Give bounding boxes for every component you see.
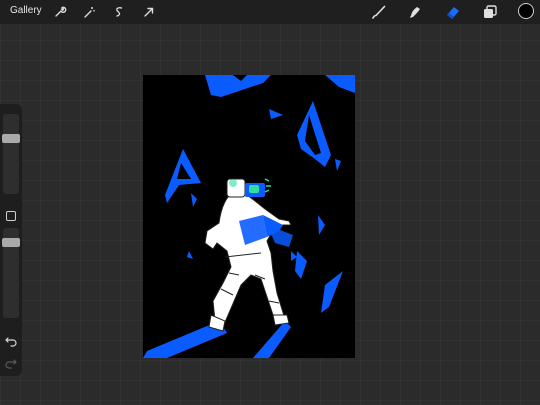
undo-icon[interactable] xyxy=(4,334,18,348)
artwork xyxy=(143,75,355,358)
modify-button[interactable] xyxy=(6,211,16,221)
magic-wand-icon[interactable] xyxy=(80,3,98,21)
brush-size-slider[interactable] xyxy=(3,114,19,194)
smudge-icon[interactable] xyxy=(406,3,424,21)
brush-size-thumb[interactable] xyxy=(2,134,20,143)
drawing-canvas[interactable] xyxy=(143,75,355,358)
redo-icon[interactable] xyxy=(4,356,18,370)
opacity-thumb[interactable] xyxy=(2,238,20,247)
top-toolbar: Gallery xyxy=(0,0,540,24)
layers-icon[interactable] xyxy=(481,3,499,21)
eraser-icon[interactable] xyxy=(444,3,462,21)
selection-icon[interactable] xyxy=(110,3,128,21)
color-swatch[interactable] xyxy=(518,3,534,19)
wrench-icon[interactable] xyxy=(51,3,69,21)
brush-icon[interactable] xyxy=(370,3,388,21)
left-sidebar xyxy=(0,104,22,376)
transform-arrow-icon[interactable] xyxy=(140,3,158,21)
gallery-button[interactable]: Gallery xyxy=(10,5,42,16)
